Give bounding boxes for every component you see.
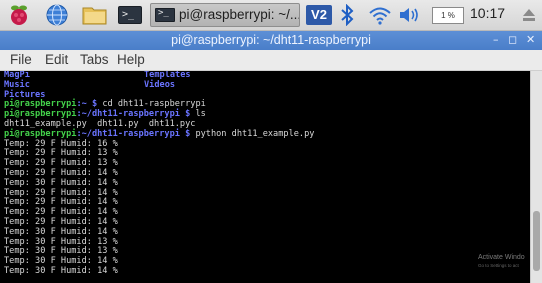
window-titlebar[interactable]: pi@raspberrypi: ~/dht11-raspberrypi – ◻ … xyxy=(0,31,542,50)
wifi-icon[interactable] xyxy=(368,5,392,25)
raspberry-menu-icon[interactable] xyxy=(8,4,30,26)
menu-help[interactable]: Help xyxy=(117,52,145,67)
task-button-label: pi@raspberrypi: ~/... xyxy=(179,7,300,22)
eject-icon[interactable] xyxy=(522,8,536,22)
clock[interactable]: 10:17 xyxy=(470,5,505,21)
taskbar: >_ >_ pi@raspberrypi: ~/... V2 1 % 10:17 xyxy=(0,0,542,31)
watermark-title: Activate Windo xyxy=(478,254,525,261)
terminal-icon: >_ xyxy=(155,8,175,22)
menu-edit[interactable]: Edit xyxy=(45,52,68,67)
file-manager-icon[interactable] xyxy=(82,5,108,25)
minimize-icon[interactable]: – xyxy=(493,33,499,46)
window-title: pi@raspberrypi: ~/dht11-raspberrypi xyxy=(171,33,371,47)
volume-icon[interactable] xyxy=(398,6,422,24)
scrollbar-thumb[interactable] xyxy=(533,211,540,271)
cpu-usage-meter[interactable]: 1 % xyxy=(432,7,464,24)
bluetooth-icon[interactable] xyxy=(338,4,356,26)
terminal-output[interactable]: MagPi Templates Music Videos Pictures pi… xyxy=(0,71,530,283)
watermark-subtitle: Go to Settings to act xyxy=(478,263,519,268)
reading-line: Temp: 30 F Humid: 14 % xyxy=(4,266,118,276)
vnc-server-icon[interactable]: V2 xyxy=(306,5,332,25)
maximize-icon[interactable]: ◻ xyxy=(508,33,517,46)
menu-tabs[interactable]: Tabs xyxy=(80,52,109,67)
terminal-launcher-icon[interactable]: >_ xyxy=(118,6,142,24)
close-icon[interactable]: ✕ xyxy=(526,33,535,46)
web-browser-icon[interactable] xyxy=(46,4,68,26)
menu-bar: File Edit Tabs Help xyxy=(0,50,542,71)
terminal-scrollbar[interactable] xyxy=(530,71,542,283)
list-item: Videos xyxy=(144,79,176,90)
activate-windows-watermark: Activate Windo Go to Settings to act xyxy=(478,254,525,270)
terminal-task-button[interactable]: >_ pi@raspberrypi: ~/... xyxy=(150,3,300,27)
menu-file[interactable]: File xyxy=(10,52,32,67)
